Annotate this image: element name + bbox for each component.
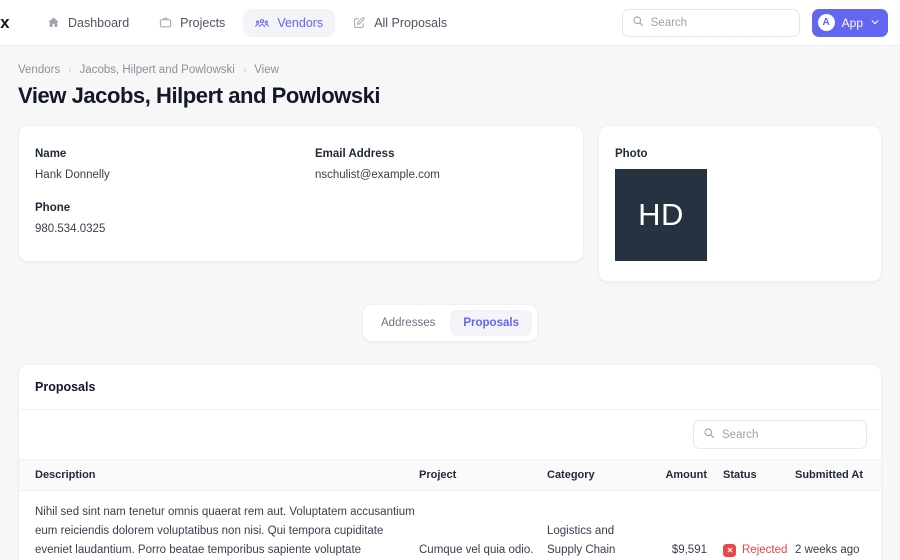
app-menu-label: App [841, 15, 863, 30]
primary-nav: Dashboard Projects Vendors All Proposals [35, 8, 459, 37]
home-icon [47, 16, 60, 29]
field-photo-label: Photo [614, 148, 648, 160]
cell-status: Rejected [707, 491, 787, 560]
nav-item-dashboard[interactable]: Dashboard [35, 9, 141, 37]
field-name: Name Hank Donnelly [35, 148, 315, 181]
nav-item-vendors-label: Vendors [277, 15, 324, 30]
global-search-input[interactable]: Search [621, 8, 800, 37]
chevron-down-icon [870, 14, 880, 32]
field-email: Email Address nschulist@example.com [315, 148, 583, 181]
column-header-submitted-at[interactable]: Submitted At [787, 460, 881, 491]
cell-description: Nihil sed sint nam tenetur omnis quaerat… [35, 506, 415, 556]
top-navigation-bar: ex Dashboard Projects Vendors All Propos… [0, 0, 900, 46]
global-search-placeholder: Search [650, 16, 688, 29]
proposals-table-body: Nihil sed sint nam tenetur omnis quaerat… [19, 491, 881, 560]
breadcrumb-item-vendors[interactable]: Vendors [18, 64, 60, 76]
nav-item-dashboard-label: Dashboard [68, 15, 130, 30]
field-name-value: Hank Donnelly [35, 169, 110, 181]
column-header-description[interactable]: Description [19, 460, 419, 491]
cell-category: Logistics and Supply Chain Management [547, 524, 616, 556]
tab-proposals[interactable]: Proposals [450, 310, 532, 336]
tabs-container: Addresses Proposals [18, 304, 882, 342]
app-logo[interactable]: ex [0, 13, 19, 33]
column-header-status[interactable]: Status [707, 460, 787, 491]
vendor-photo-thumbnail[interactable]: HD [614, 169, 707, 261]
avatar: A [817, 14, 835, 31]
column-header-amount[interactable]: Amount [645, 460, 707, 491]
breadcrumb-separator: › [68, 64, 72, 76]
table-header-row: Description Project Category Amount Stat… [19, 460, 881, 491]
proposals-search-input[interactable]: Search [693, 420, 867, 449]
nav-item-projects[interactable]: Projects [147, 9, 237, 37]
proposals-toolbar: Search [19, 410, 881, 460]
field-phone: Phone 980.534.0325 [35, 202, 315, 235]
search-icon [632, 14, 644, 32]
app-menu-button[interactable]: A App [811, 8, 888, 37]
tab-group: Addresses Proposals [362, 304, 538, 342]
nav-item-all-proposals[interactable]: All Proposals [341, 9, 459, 37]
column-header-project[interactable]: Project [419, 460, 547, 491]
breadcrumb: Vendors › Jacobs, Hilpert and Powlowski … [18, 64, 882, 76]
proposals-panel-title: Proposals [19, 365, 881, 410]
status-badge: Rejected [723, 541, 787, 560]
detail-cards-row: Name Hank Donnelly Email Address nschuli… [18, 125, 882, 282]
users-group-icon [255, 16, 270, 30]
nav-item-vendors[interactable]: Vendors [243, 8, 336, 37]
cell-submitted-at: 2 weeks ago [795, 543, 860, 556]
pencil-square-icon [353, 16, 366, 29]
tab-addresses[interactable]: Addresses [368, 310, 448, 336]
x-circle-icon [723, 543, 736, 557]
cell-project: Cumque vel quia odio. [419, 543, 534, 556]
proposals-table: Description Project Category Amount Stat… [19, 460, 881, 560]
field-email-value: nschulist@example.com [315, 169, 440, 181]
table-row[interactable]: Nihil sed sint nam tenetur omnis quaerat… [19, 491, 881, 560]
proposals-table-header: Description Project Category Amount Stat… [19, 460, 881, 491]
breadcrumb-item-vendor-name[interactable]: Jacobs, Hilpert and Powlowski [80, 64, 235, 76]
vendor-contact-fields: Name Hank Donnelly Email Address nschuli… [35, 148, 583, 235]
briefcase-icon [159, 16, 172, 29]
breadcrumb-item-view: View [254, 64, 279, 76]
proposals-search-placeholder: Search [722, 428, 759, 441]
field-empty [315, 202, 583, 235]
vendor-photo-card: Photo HD [597, 125, 882, 282]
field-phone-value: 980.534.0325 [35, 223, 106, 235]
search-icon [703, 426, 715, 444]
vendor-contact-card: Name Hank Donnelly Email Address nschuli… [18, 125, 584, 262]
breadcrumb-separator: › [242, 64, 247, 76]
proposals-panel: Proposals Search Description Project Cat… [18, 364, 882, 560]
page-content: Vendors › Jacobs, Hilpert and Powlowski … [0, 46, 900, 560]
cell-amount: $9,591 [671, 543, 707, 556]
field-email-label: Email Address [315, 148, 395, 160]
field-phone-label: Phone [35, 202, 71, 214]
page-title: View Jacobs, Hilpert and Powlowski [18, 83, 381, 108]
column-header-category[interactable]: Category [547, 460, 645, 491]
status-label: Rejected [742, 543, 788, 556]
nav-item-all-proposals-label: All Proposals [374, 15, 448, 30]
nav-item-projects-label: Projects [180, 15, 226, 30]
field-name-label: Name [35, 148, 67, 160]
